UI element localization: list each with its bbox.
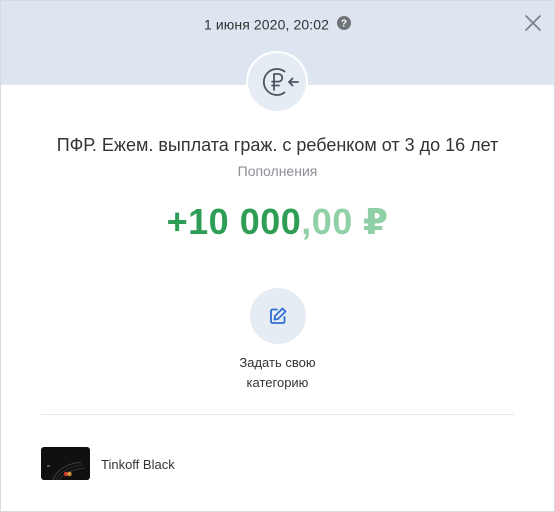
divider [41,414,514,415]
operation-title: ПФР. Ежем. выплата граж. с ребенком от 3… [56,135,499,155]
svg-text:?: ? [341,19,347,30]
card-thumbnail [41,447,90,480]
operation-details-modal: 1 июня 2020, 20:02 ? ПФР. Ежем. выплата … [0,0,555,512]
ruble-incoming-icon [246,51,308,113]
set-category-label[interactable]: Задать свою категорию [1,353,554,393]
amount-whole: +10 000 [166,201,302,242]
set-category-label-line1: Задать свою [239,355,316,370]
operation-date-text: 1 июня 2020, 20:02 [204,16,329,33]
card-row[interactable]: Tinkoff Black [41,447,341,481]
card-name: Tinkoff Black [101,457,175,472]
amount-fraction: ,00 [301,201,353,242]
close-icon[interactable] [524,14,542,32]
set-category-label-line2: категорию [246,375,309,390]
set-category-button[interactable] [250,288,306,344]
edit-pencil-icon [270,307,287,324]
operation-category[interactable]: Пополнения [1,163,554,179]
operation-date: 1 июня 2020, 20:02 ? [1,15,554,32]
operation-amount: +10 000,00 ₽ [1,201,554,243]
amount-currency: ₽ [362,201,389,242]
question-circle-icon[interactable]: ? [336,16,351,31]
